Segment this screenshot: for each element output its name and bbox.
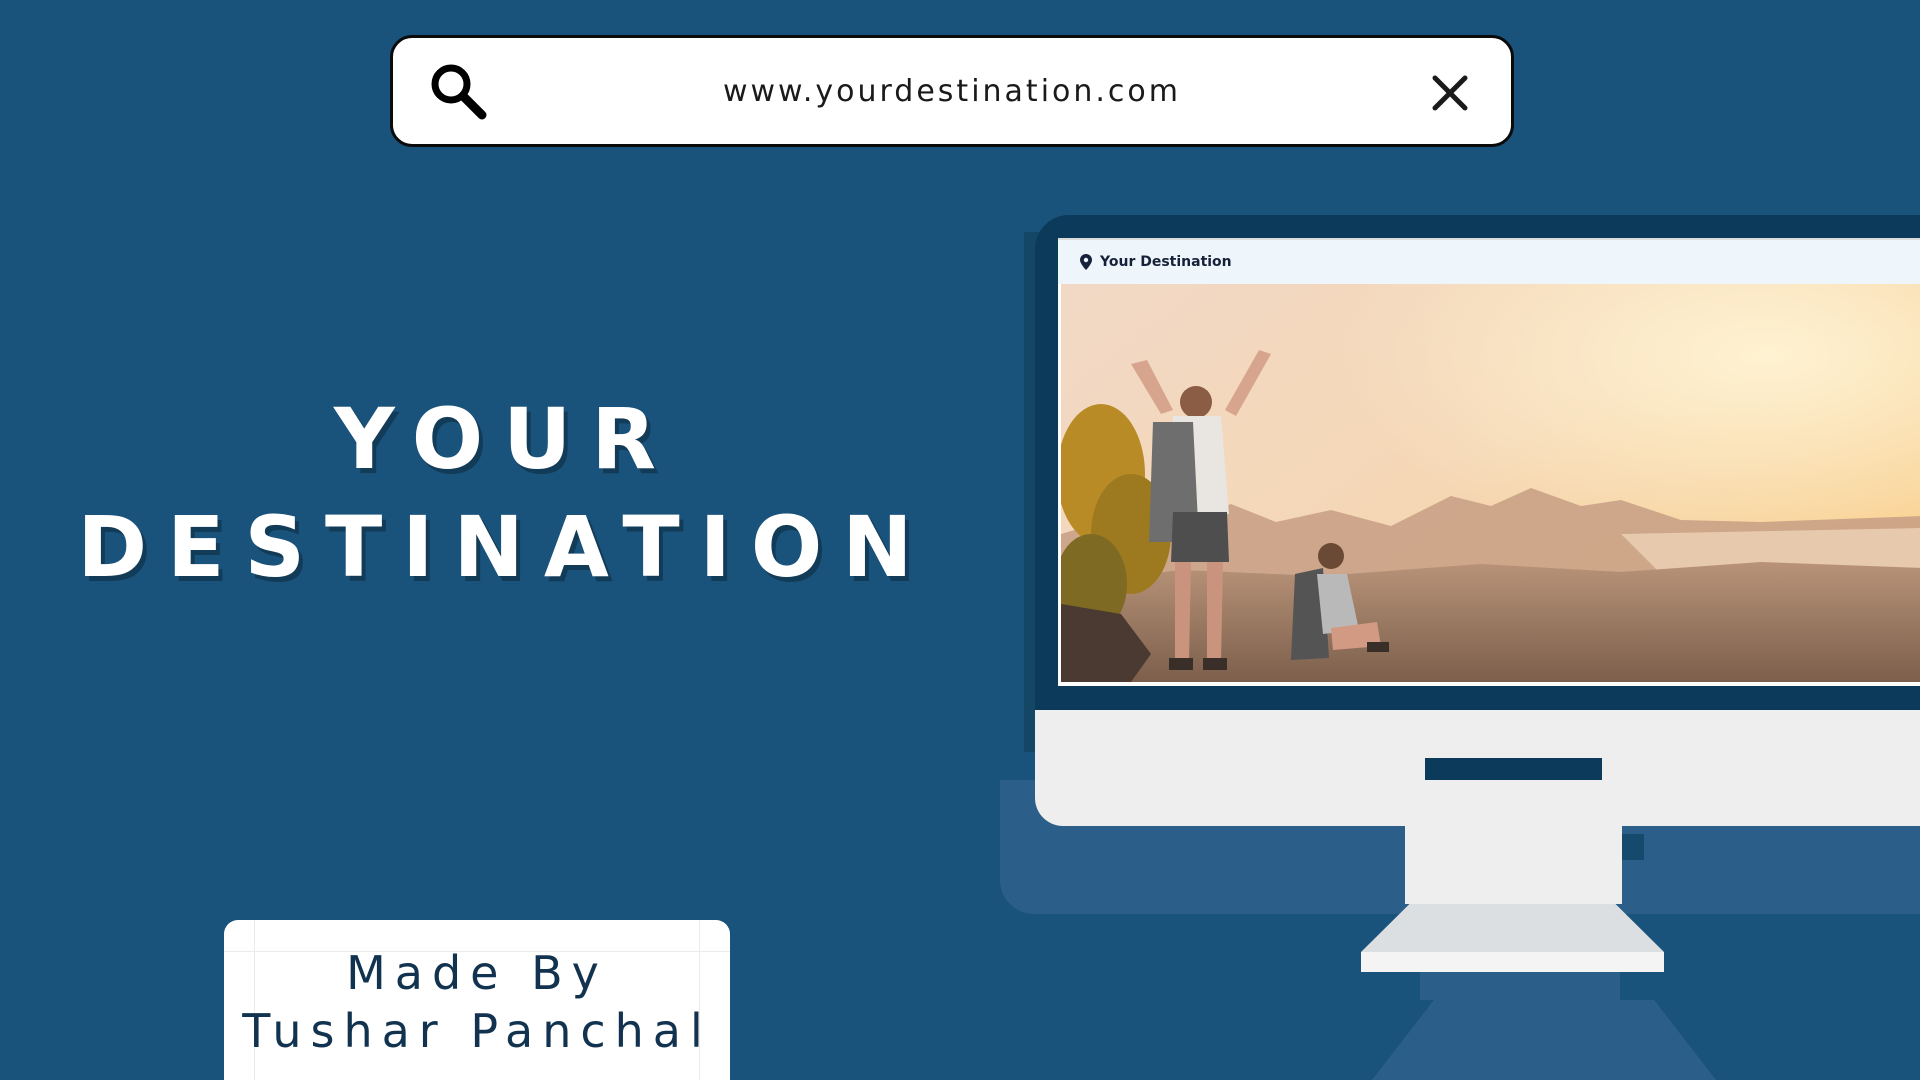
location-pin-icon (1080, 254, 1092, 270)
monitor-foot-lip (1361, 952, 1664, 972)
site-header: Your Destination (1058, 238, 1920, 284)
travel-hikers-sunset-photo (1061, 284, 1920, 682)
monitor-base-shadow (1372, 1000, 1716, 1080)
hero-title-line-2: DESTINATION (77, 498, 933, 596)
hero-title-line-1: YOUR (333, 390, 677, 488)
credit-line-1: Made By (346, 946, 608, 1000)
monitor-shadow-nub (1622, 834, 1644, 860)
hero-title: YOUR DESTINATION (60, 385, 950, 601)
monitor-logo-slot (1425, 758, 1602, 780)
search-icon[interactable] (427, 60, 489, 122)
credit-card: Made By Tushar Panchal (224, 920, 730, 1080)
url-text[interactable]: www.yourdestination.com (503, 38, 1401, 144)
monitor-neck (1405, 826, 1622, 904)
monitor-foot (1361, 904, 1664, 952)
site-brand[interactable]: Your Destination (1100, 254, 1232, 270)
credit-text: Made By Tushar Panchal (224, 944, 730, 1060)
monitor-screen: Your Destination (1058, 238, 1920, 686)
credit-line-2: Tushar Panchal (242, 1004, 712, 1058)
search-bar[interactable]: www.yourdestination.com (390, 35, 1514, 147)
close-icon[interactable] (1431, 74, 1469, 112)
monitor-stand-shadow (1420, 970, 1620, 1000)
